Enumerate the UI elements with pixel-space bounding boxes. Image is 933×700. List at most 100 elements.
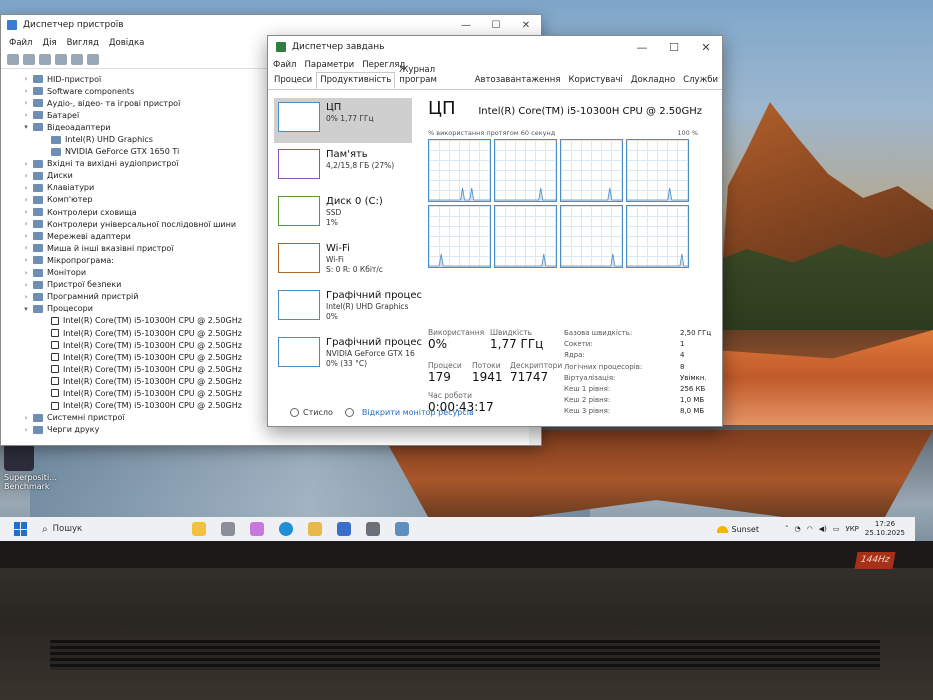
wifi-icon[interactable]: ◠ [807,525,813,533]
tab-users[interactable]: Користувачі [564,72,626,89]
device-icon [51,341,59,350]
tree-item-label: Клавіатури [47,183,95,193]
menu-action[interactable]: Дія [42,38,56,48]
chevron-right-icon[interactable]: › [21,293,31,301]
tab-details[interactable]: Докладно [627,72,679,89]
minimize-icon[interactable]: — [626,41,658,54]
chevron-right-icon[interactable]: › [21,220,31,228]
resource-item-wifi[interactable]: Wi-Fi Wi-Fi S: 0 R: 0 Кбіт/с [274,239,412,284]
handles-stat: Дескриптори 71747 [510,361,563,384]
weather-widget[interactable]: Sunset [716,525,759,534]
network-icon[interactable]: ◔ [794,525,800,533]
taskbar-search[interactable]: ⌕ Пошук [42,521,162,537]
device-icon [33,111,43,120]
chevron-up-icon[interactable] [290,407,299,417]
copilot-sparkle-icon[interactable] [192,522,206,536]
tree-item-label: Intel(R) Core(TM) i5-10300H CPU @ 2.50GH… [63,376,242,386]
chevron-right-icon[interactable]: › [21,75,31,83]
scan-icon[interactable] [71,54,83,65]
device-manager-taskbar-icon[interactable] [366,522,380,536]
task-manager-window[interactable]: Диспетчер завдань — ☐ ✕ Файл Параметри П… [267,35,723,427]
chevron-right-icon[interactable]: › [21,232,31,240]
tab-processes[interactable]: Процеси [270,72,316,89]
chevron-right-icon[interactable]: › [21,414,31,422]
edge-icon[interactable] [279,522,293,536]
maximize-icon[interactable]: ☐ [658,41,690,54]
chevron-right-icon[interactable]: › [21,208,31,216]
resource-detail: 0% 1,77 ГГц [326,114,374,123]
logical-processor-graph [494,205,557,268]
chevron-right-icon[interactable]: › [21,281,31,289]
title-bar[interactable]: Диспетчер пристроїв — ☐ ✕ [1,15,541,35]
resource-item-cpu[interactable]: ЦП 0% 1,77 ГГц [274,98,412,143]
file-explorer-icon[interactable] [308,522,322,536]
chevron-right-icon[interactable]: › [21,99,31,107]
help-icon[interactable] [55,54,67,65]
monitor-icon[interactable] [87,54,99,65]
resource-detail: 1% [326,218,338,227]
spec-value: 256 КБ [680,384,706,393]
chevron-down-icon[interactable]: ▾ [21,305,31,313]
chevron-right-icon[interactable]: › [21,111,31,119]
logical-processor-graph [626,139,689,202]
chevron-right-icon[interactable]: › [21,256,31,264]
task-manager-taskbar-icon[interactable] [395,522,409,536]
title-bar[interactable]: Диспетчер завдань — ☐ ✕ [268,36,722,58]
speed-stat: Швидкість 1,77 ГГц [490,328,544,351]
chevron-right-icon[interactable]: › [21,87,31,95]
menu-options[interactable]: Параметри [304,60,354,70]
chevron-right-icon[interactable]: › [21,184,31,192]
spec-value: 1 [680,340,685,349]
copilot-icon[interactable] [250,522,264,536]
close-icon[interactable]: ✕ [511,20,541,31]
resource-item-gpu[interactable]: Графічний процес Intel(R) UHD Graphics 0% [274,286,422,331]
tab-startup[interactable]: Автозавантаження [471,72,565,89]
volume-icon[interactable]: ◀) [819,525,827,533]
chevron-right-icon[interactable]: › [21,196,31,204]
menu-view[interactable]: Вигляд [67,38,99,48]
chevron-right-icon[interactable]: › [21,160,31,168]
maximize-icon[interactable]: ☐ [481,20,511,31]
minimize-icon[interactable]: — [451,20,481,31]
tab-services[interactable]: Служби [679,72,722,89]
laptop-body [0,568,933,700]
menu-help[interactable]: Довідка [109,38,144,48]
battery-icon[interactable]: ▭ [833,525,840,533]
desktop-icon-superposition[interactable]: Superpositi... Benchmark [4,443,57,491]
forward-icon[interactable] [23,54,35,65]
device-icon [33,232,43,241]
tab-app-history[interactable]: Журнал програм [395,62,470,89]
task-view-icon[interactable] [221,522,235,536]
resource-item-mem[interactable]: Пам'ять 4,2/15,8 ГБ (27%) [274,145,412,190]
spec-key: Базова швидкість: [564,329,633,337]
panel-title: ЦП [428,98,456,119]
chevron-right-icon[interactable]: › [21,426,31,434]
language-indicator[interactable]: УКР [845,525,858,533]
resource-item-disk[interactable]: Диск 0 (C:) SSD 1% [274,192,412,237]
back-icon[interactable] [7,54,19,65]
chevron-right-icon[interactable]: › [21,269,31,277]
open-resource-monitor-link[interactable]: Відкрити монітор ресурсів [362,408,474,417]
chevron-down-icon[interactable]: ▾ [21,123,31,131]
refresh-rate-badge: 144Hz [854,552,896,569]
search-icon: ⌕ [42,523,48,535]
chevron-right-icon[interactable]: › [21,172,31,180]
chevron-up-icon[interactable]: ˄ [785,525,789,533]
resource-detail: 0% (33 °C) [326,359,368,368]
resource-item-gpu[interactable]: Графічний процес NVIDIA GeForce GTX 16 0% … [274,333,422,378]
task-manager-icon [276,42,286,52]
start-button[interactable] [14,522,28,536]
spec-row: Віртуалізація: Увімкн. [564,374,714,385]
device-icon [51,377,59,386]
close-icon[interactable]: ✕ [690,41,722,54]
store-icon[interactable] [337,522,351,536]
properties-icon[interactable] [39,54,51,65]
menu-file[interactable]: Файл [9,38,32,48]
menu-file[interactable]: Файл [273,60,296,70]
fewer-details-link[interactable]: Стисло [303,408,333,417]
device-icon [33,123,43,132]
resource-monitor-icon [344,407,354,417]
clock[interactable]: 17:26 25.10.2025 [865,520,905,538]
chevron-right-icon[interactable]: › [21,244,31,252]
tab-performance[interactable]: Продуктивність [316,72,396,89]
